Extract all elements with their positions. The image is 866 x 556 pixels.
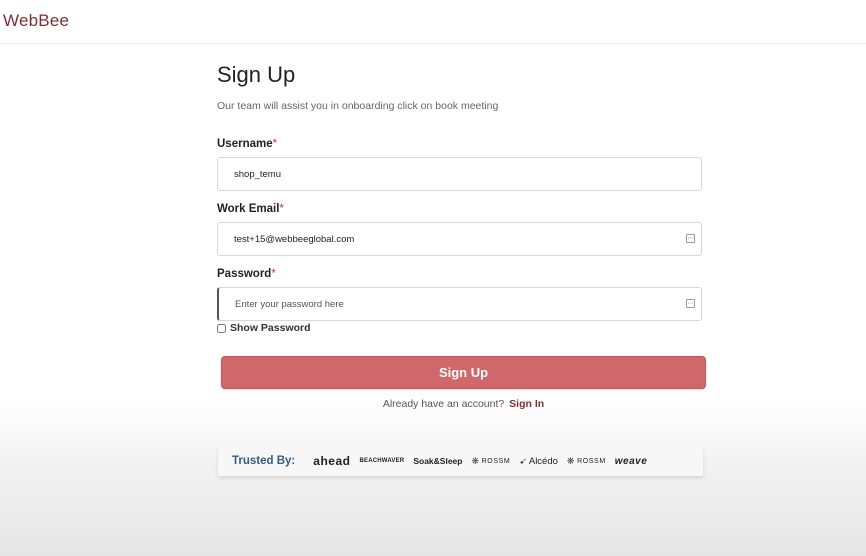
sign-up-button[interactable]: Sign Up (221, 356, 706, 389)
sign-in-link[interactable]: Sign In (509, 398, 544, 410)
password-label: Password* (217, 268, 276, 280)
required-mark: * (279, 203, 284, 215)
brand-logo-rossm-2: ❋ ROSSM (567, 456, 606, 467)
show-password-toggle[interactable]: Show Password (217, 322, 311, 334)
brand-logo-alcedo: ➹ Alcédo (519, 456, 558, 467)
brand-logo-ahead: ahead (313, 454, 351, 468)
brand-logo-soak-sleep: Soak&Sleep (413, 456, 463, 466)
signup-form: Sign Up Our team will assist you in onbo… (217, 60, 706, 410)
brand-logo-beachwaver: BEACHWAVER (359, 458, 405, 464)
bird-icon: ➹ (519, 455, 527, 466)
signin-prompt: Already have an account? Sign In (217, 398, 710, 410)
required-mark: * (271, 268, 276, 280)
trusted-by-label: Trusted By: (232, 455, 296, 467)
page-subtitle: Our team will assist you in onboarding c… (217, 100, 499, 112)
rossm-icon: ❋ (471, 455, 480, 466)
brand-logo-rossm: ❋ ROSSM (471, 456, 510, 467)
brand-logo-rossm-text: ROSSM (481, 457, 511, 465)
show-password-label: Show Password (230, 322, 311, 334)
brand-logo-weave: weave (614, 455, 648, 467)
work-email-field: ⋯ (217, 222, 702, 256)
username-label: Username* (217, 138, 277, 150)
brand-logo-rossm-2-text: ROSSM (577, 457, 606, 465)
work-email-input[interactable] (217, 222, 702, 256)
rossm-icon: ❋ (566, 455, 576, 466)
top-navbar: WebBee (0, 0, 866, 44)
password-field: ⋯ (217, 287, 702, 321)
show-password-checkbox[interactable] (217, 323, 226, 333)
signin-prompt-text: Already have an account? (382, 398, 505, 410)
trusted-by-banner: Trusted By: ahead BEACHWAVER Soak&Sleep … (218, 446, 703, 476)
username-input[interactable] (217, 157, 702, 191)
required-mark: * (272, 138, 278, 150)
work-email-label-text: Work Email (217, 203, 280, 215)
autofill-icon[interactable]: ⋯ (686, 234, 695, 243)
page-title: Sign Up (217, 62, 296, 87)
webbee-logo[interactable]: WebBee (3, 11, 69, 31)
brand-logo-alcedo-text: Alcédo (528, 455, 558, 467)
work-email-label: Work Email* (217, 203, 284, 215)
username-label-text: Username (217, 138, 273, 150)
password-label-text: Password (217, 268, 272, 280)
password-input[interactable] (217, 287, 702, 321)
autofill-icon[interactable]: ⋯ (686, 299, 695, 308)
